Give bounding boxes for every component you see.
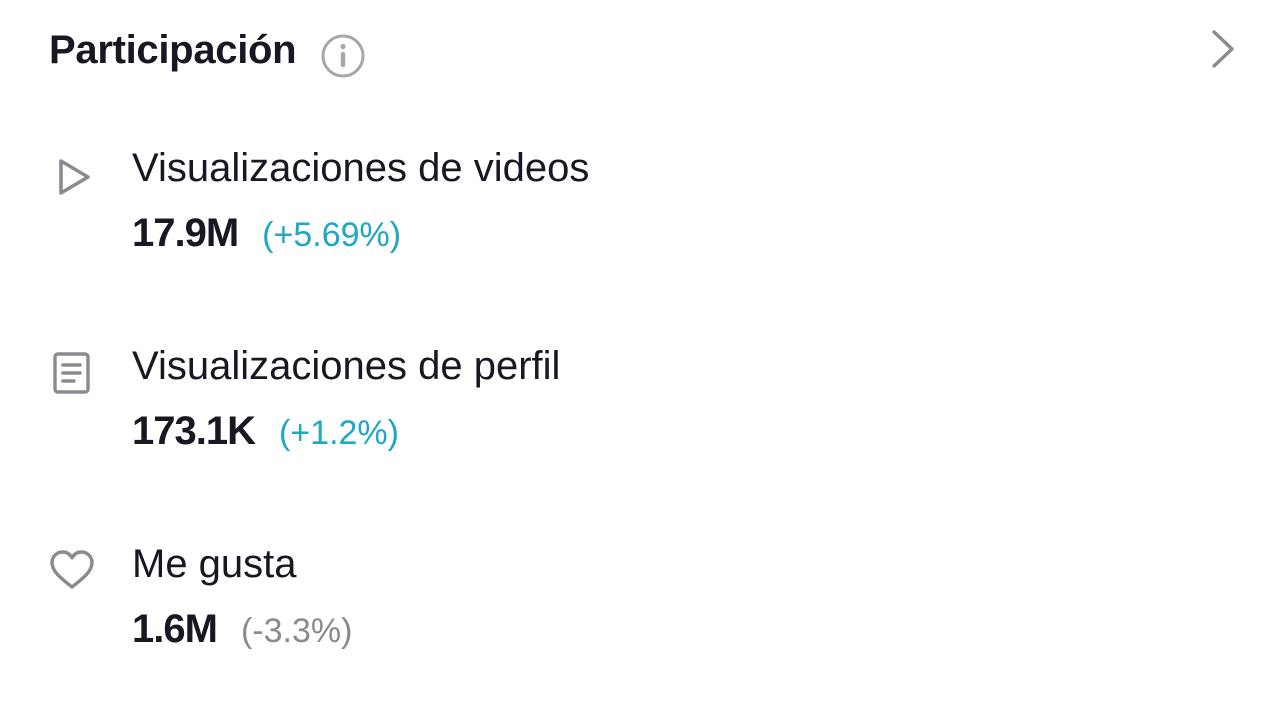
metric-likes: Me gusta 1.6M (-3.3%) (0, 539, 1284, 709)
metric-value: 1.6M (132, 607, 218, 651)
document-icon (53, 352, 90, 394)
info-circle-icon[interactable] (320, 33, 366, 79)
metric-change: (-3.3%) (240, 612, 353, 650)
metric-profile-views: Visualizaciones de perfil 173.1K (+1.2%) (0, 341, 1284, 511)
metric-video-views: Visualizaciones de videos 17.9M (+5.69%) (0, 143, 1284, 313)
metric-value: 17.9M (132, 211, 239, 255)
heart-icon (50, 550, 94, 589)
metric-label: Visualizaciones de perfil (132, 344, 561, 388)
section-title: Participación (49, 28, 297, 72)
metric-change: (+1.2%) (278, 414, 399, 452)
metric-label: Me gusta (132, 542, 297, 586)
metric-label: Visualizaciones de videos (132, 146, 590, 190)
chevron-right-icon[interactable] (1204, 28, 1240, 70)
metric-change: (+5.69%) (262, 216, 402, 254)
engagement-header[interactable]: Participación (0, 0, 1284, 100)
play-icon (59, 159, 90, 195)
metric-value: 173.1K (132, 409, 256, 453)
